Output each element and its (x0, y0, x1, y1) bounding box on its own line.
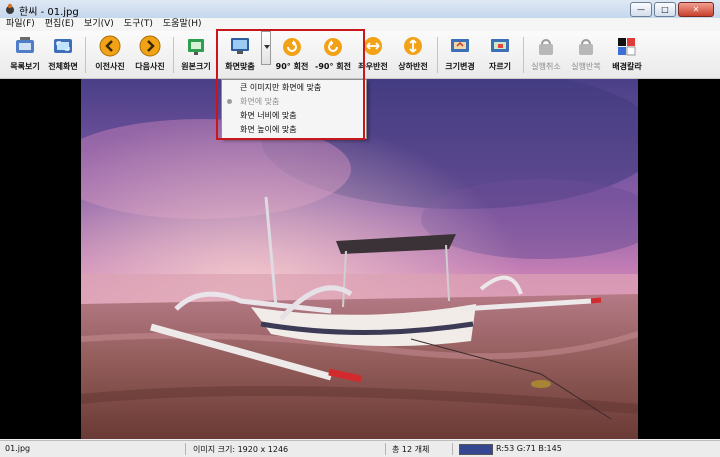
list-view-button[interactable]: 목록보기 (8, 35, 42, 75)
fullscreen-icon (51, 35, 75, 57)
crop-button[interactable]: 자르기 (483, 35, 517, 75)
original-size-button[interactable]: 원본크기 (179, 35, 213, 75)
maximize-icon: □ (661, 4, 669, 14)
fit-screen-option: 화면에 맞춤 (222, 95, 364, 109)
flip-vertical-icon (401, 35, 425, 57)
pixel-color-swatch (459, 444, 493, 455)
previous-icon (98, 35, 122, 57)
fit-large-only-option[interactable]: 큰 이미지만 화면에 맞춤 (222, 81, 364, 95)
original-size-icon (184, 35, 208, 57)
app-icon (6, 3, 14, 14)
fit-options-dropdown: 큰 이미지만 화면에 맞춤 화면에 맞춤 화면 너비에 맞춤 화면 높이에 맞춤 (221, 79, 367, 139)
flip-horizontal-icon (361, 35, 385, 57)
rotate-90-button[interactable]: 90° 회전 (275, 35, 309, 75)
status-bar: 01.jpg 이미지 크기: 1920 x 1246 총 12 개체 R:53 … (0, 440, 720, 457)
toolbar-separator (173, 37, 174, 73)
rotate-minus-90-button[interactable]: -90° 회전 (314, 35, 352, 75)
status-pixel-color: R:53 G:71 B:145 (496, 444, 562, 453)
fit-screen-icon (228, 35, 252, 57)
minimize-icon: — (637, 4, 645, 14)
minimize-button[interactable]: — (630, 2, 652, 17)
menu-view[interactable]: 보기(V) (84, 18, 114, 31)
close-icon: ✕ (692, 4, 700, 14)
menu-tools[interactable]: 도구(T) (124, 18, 153, 31)
undo-button[interactable]: 실행취소 (528, 35, 564, 75)
toolbar: 목록보기 전체화면 이전사진 다음사진 원본크기 화면맞춤 90° 회전 -90… (0, 31, 720, 79)
status-separator (385, 443, 386, 455)
fit-height-option[interactable]: 화면 높이에 맞춤 (222, 123, 364, 137)
resize-button[interactable]: 크기변경 (443, 35, 477, 75)
flip-horizontal-button[interactable]: 좌우반전 (356, 35, 390, 75)
resize-icon (448, 35, 472, 57)
rotate-ccw-icon (321, 35, 345, 57)
menu-bar: 파일(F) 편집(E) 보기(V) 도구(T) 도움말(H) (0, 18, 720, 31)
background-color-button[interactable]: 배경칼라 (610, 35, 644, 75)
menu-help[interactable]: 도움말(H) (163, 18, 202, 31)
status-separator (185, 443, 186, 455)
status-separator (452, 443, 453, 455)
title-bar: 한씨 - 01.jpg — □ ✕ (0, 0, 720, 19)
background-color-icon (615, 35, 639, 57)
close-button[interactable]: ✕ (678, 2, 714, 17)
radio-selected-icon (227, 99, 232, 104)
menu-edit[interactable]: 편집(E) (45, 18, 74, 31)
previous-photo-button[interactable]: 이전사진 (93, 35, 127, 75)
fit-width-option[interactable]: 화면 너비에 맞춤 (222, 109, 364, 123)
fit-screen-dropdown-arrow[interactable] (261, 31, 271, 65)
redo-button[interactable]: 실행반복 (568, 35, 604, 75)
flip-vertical-button[interactable]: 상하반전 (396, 35, 430, 75)
chevron-down-icon (264, 45, 270, 49)
menu-file[interactable]: 파일(F) (6, 18, 35, 31)
fit-screen-button[interactable]: 화면맞춤 (221, 35, 259, 75)
toolbar-separator (523, 37, 524, 73)
status-filename: 01.jpg (5, 444, 31, 453)
status-image-size: 이미지 크기: 1920 x 1246 (193, 445, 289, 454)
toolbar-separator (85, 37, 86, 73)
next-photo-button[interactable]: 다음사진 (133, 35, 167, 75)
crop-icon (488, 35, 512, 57)
rotate-cw-icon (280, 35, 304, 57)
maximize-button[interactable]: □ (654, 2, 676, 17)
window-controls: — □ ✕ (630, 2, 714, 17)
next-icon (138, 35, 162, 57)
undo-icon (534, 35, 558, 57)
status-count: 총 12 개체 (392, 445, 430, 454)
redo-icon (574, 35, 598, 57)
fullscreen-button[interactable]: 전체화면 (46, 35, 80, 75)
toolbar-separator (437, 37, 438, 73)
list-view-icon (13, 35, 37, 57)
window-title: 한씨 - 01.jpg (19, 7, 79, 18)
